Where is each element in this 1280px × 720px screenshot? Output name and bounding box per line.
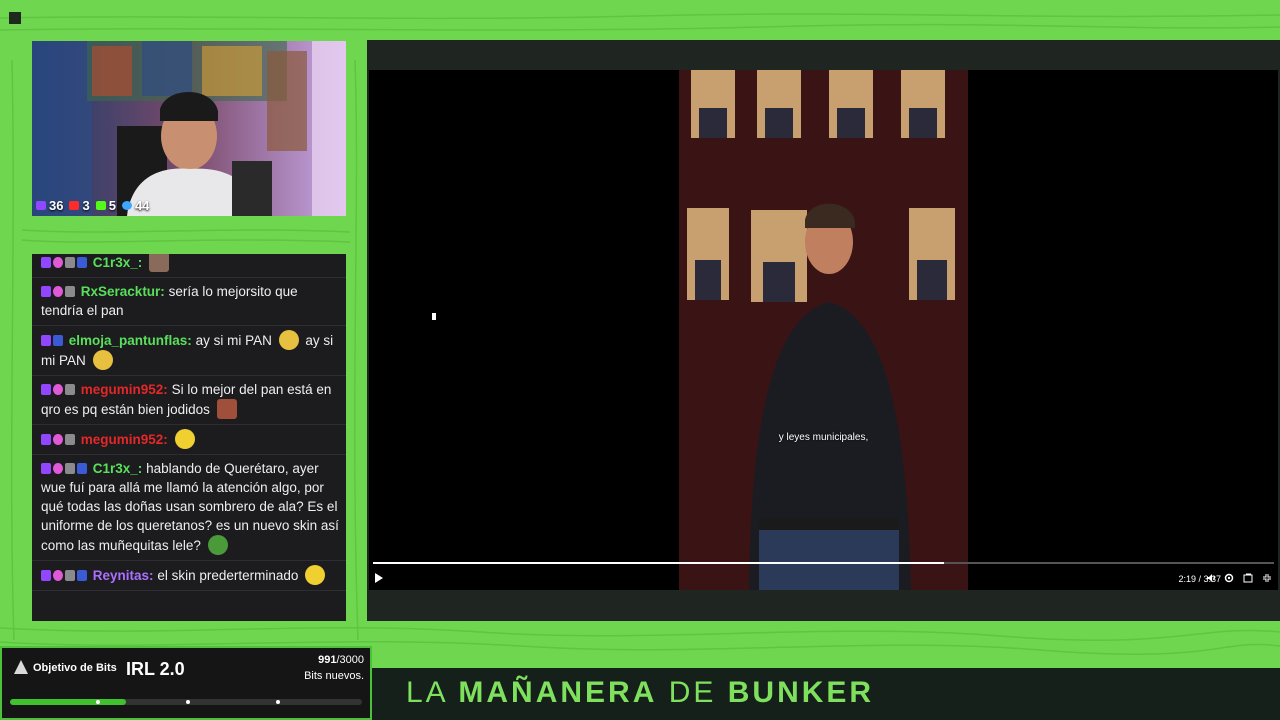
bits-goal-title: IRL 2.0 [126,659,185,679]
bits-subtitle: Bits nuevos. [304,670,364,682]
heart-badge-icon [53,434,63,445]
chat-count-stat: 36 [36,198,63,213]
badge-icon [77,570,87,581]
viewers-icon [121,201,132,210]
badge-icon [65,257,75,268]
chat-text: ay si mi PAN [195,333,272,348]
video-progress-bar[interactable] [373,562,1274,564]
emote-icon [305,565,326,585]
youtube-icon [69,201,80,210]
title-word-la: LA [406,676,448,709]
heart-badge-icon [53,463,63,474]
youtube-stat: 3 [69,198,90,213]
badge-icon [77,463,87,474]
chat-username[interactable]: C1r3x_: [93,255,143,270]
webcam-scene [32,41,346,216]
emote-icon [216,399,237,419]
viewers-stat: 44 [121,198,149,213]
video-scene-art [679,70,968,590]
heart-badge-icon [53,257,63,268]
badge-icon [65,286,75,297]
volume-icon[interactable] [1206,573,1216,583]
chat-message: RxSeracktur: sería lo mejorsito que tend… [32,278,346,326]
emote-icon [174,429,195,449]
bits-goal-widget: Objetivo de Bits IRL 2.0 991/3000 Bits n… [0,646,372,720]
webcam-feed: 36 3 5 44 [32,41,346,216]
heart-badge-icon [53,384,63,395]
badge-icon [53,335,63,346]
emote-icon [92,350,113,370]
title-word-mananera: MAÑANERA [458,676,658,709]
badge-icon [41,257,51,268]
show-title-banner: LA MAÑANERA DE BUNKER [372,668,1280,720]
badge-icon [65,384,75,395]
settings-gear-icon[interactable] [1224,573,1234,583]
badge-icon [41,286,51,297]
chat-text: el skin prederterminado [157,568,299,583]
chat-message: megumin952: Si lo mejor del pan está en … [32,376,346,425]
chat-message: megumin952: [32,425,346,455]
video-player[interactable]: y leyes municipales, 2:19 / 3:37 [369,70,1278,590]
badge-icon [41,335,51,346]
video-subtitle: y leyes municipales, [778,432,869,443]
badge-icon [41,434,51,445]
stream-stats: 36 3 5 44 [36,198,149,213]
milestone-dot [276,700,280,704]
chat-text: hablando de Querétaro, ayer wue fuí para… [41,461,339,553]
mouse-cursor-icon [432,313,436,320]
heart-badge-icon [53,570,63,581]
milestone-dot [186,700,190,704]
video-progress-fill [373,562,945,564]
chat-panel[interactable]: C1r3x_: RxSeracktur: sería lo mejorsito … [32,254,346,621]
title-word-bunker: BUNKER [727,676,875,709]
chat-username[interactable]: megumin952: [81,432,168,447]
badge-icon [41,463,51,474]
bits-current: 991 [318,654,337,666]
milestone-dot [96,700,100,704]
emote-icon [149,254,170,272]
chat-username[interactable]: RxSeracktur: [81,284,165,299]
kick-stat: 5 [95,198,116,213]
bits-count: 991/3000 [318,654,364,666]
chat-message: Reynitas: el skin prederterminado [32,561,346,591]
kick-icon [95,201,106,210]
twitch-chat-icon [36,201,46,210]
corner-marker [9,12,21,24]
fullscreen-exit-icon[interactable] [1262,573,1272,583]
chat-message: C1r3x_: [32,254,346,278]
chat-text: sería lo mejorsito que tendría el pan [41,284,298,318]
badge-icon [65,570,75,581]
bits-icon [14,660,28,674]
chat-message: elmoja_pantunflas: ay si mi PAN ay si mi… [32,326,346,376]
show-title: LA MAÑANERA DE BUNKER [406,676,874,710]
bits-goal-label: Objetivo de Bits [33,662,117,674]
emote-icon [278,330,299,350]
bits-progress-fill [10,699,127,705]
bits-goal-total: /3000 [336,654,364,666]
heart-badge-icon [53,286,63,297]
miniplayer-icon[interactable] [1243,573,1253,583]
chat-username[interactable]: C1r3x_: [93,461,143,476]
chat-message: C1r3x_: hablando de Querétaro, ayer wue … [32,455,346,561]
badge-icon [65,463,75,474]
badge-icon [41,570,51,581]
bits-progress-bar [10,699,362,705]
chat-username[interactable]: elmoja_pantunflas: [69,333,192,348]
emote-icon [207,535,228,555]
chat-username[interactable]: megumin952: [81,382,168,397]
title-word-de: DE [668,676,717,709]
chat-username[interactable]: Reynitas: [93,568,154,583]
badge-icon [65,434,75,445]
badge-icon [41,384,51,395]
play-icon[interactable] [375,573,383,583]
badge-icon [77,257,87,268]
video-controls: 2:19 / 3:37 [369,570,1278,588]
video-scene: y leyes municipales, [679,70,968,590]
